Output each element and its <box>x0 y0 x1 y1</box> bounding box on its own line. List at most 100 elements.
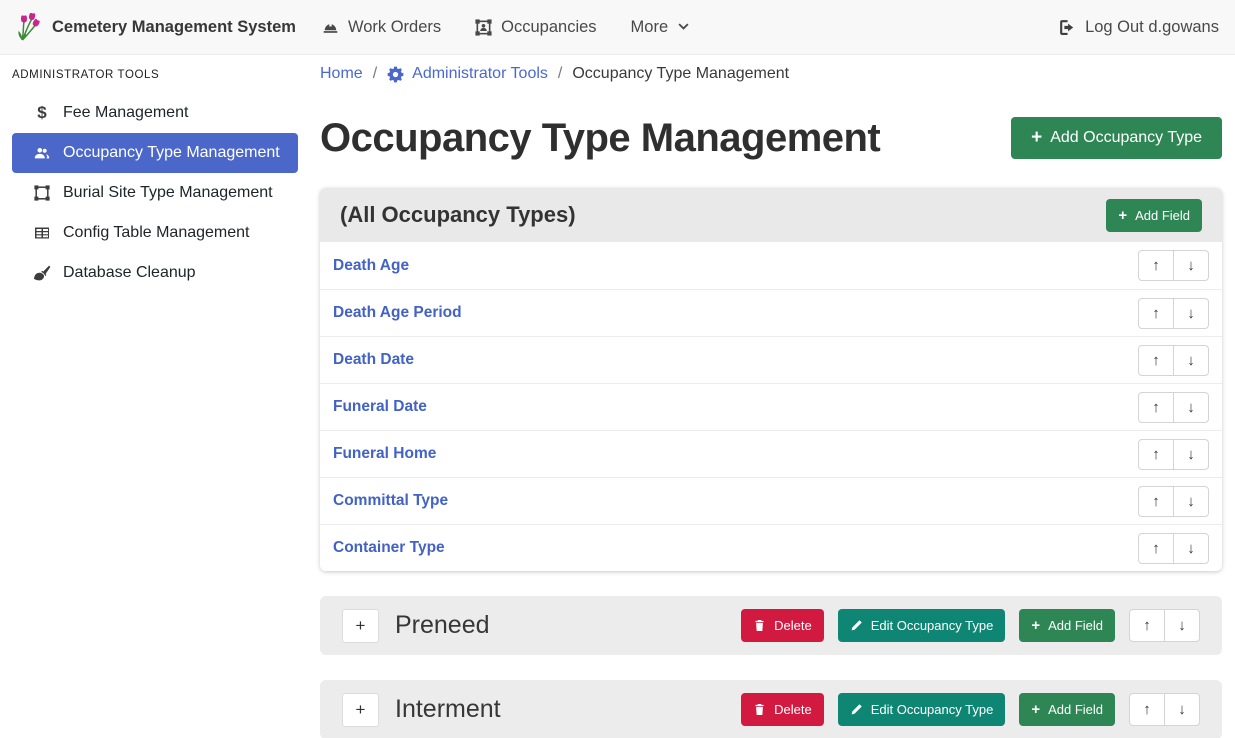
down-arrow-icon: ↓ <box>1187 352 1195 369</box>
sidebar-item-burial-site-type-management[interactable]: Burial Site Type Management <box>12 173 298 213</box>
expand-icon: + <box>356 700 366 720</box>
gear-icon <box>387 66 404 83</box>
admin-sidebar: Administrator Tools $ Fee Management Occ… <box>0 55 310 738</box>
edit-occupancy-type-button[interactable]: Edit Occupancy Type <box>838 693 1006 726</box>
down-arrow-icon: ↓ <box>1187 493 1195 510</box>
down-arrow-icon: ↓ <box>1187 540 1195 557</box>
plus-icon: + <box>1031 617 1040 634</box>
reorder-buttons: ↑ ↓ <box>1129 609 1200 642</box>
dollar-icon: $ <box>30 103 54 123</box>
sidebar-item-database-cleanup[interactable]: Database Cleanup <box>12 253 298 293</box>
occupancy-type-section-preneed: + Preneed Delete Edit Occupancy Type + A… <box>320 596 1222 655</box>
field-row-death-age: Death Age ↑ ↓ <box>320 242 1222 289</box>
up-arrow-icon: ↑ <box>1143 701 1151 718</box>
move-down-button[interactable]: ↓ <box>1173 250 1209 281</box>
sidebar-item-config-table-management[interactable]: Config Table Management <box>12 213 298 253</box>
main-nav: Work Orders Occupancies More <box>322 18 724 37</box>
nav-work-orders[interactable]: Work Orders <box>322 18 441 37</box>
nav-occupancies[interactable]: Occupancies <box>475 18 596 37</box>
move-up-button[interactable]: ↑ <box>1129 693 1165 726</box>
plus-icon: + <box>1031 701 1040 718</box>
breadcrumb-separator: / <box>558 65 562 83</box>
plus-icon: + <box>1118 207 1127 224</box>
reorder-buttons: ↑ ↓ <box>1138 486 1209 517</box>
breadcrumb-admin-tools-link[interactable]: Administrator Tools <box>387 65 548 83</box>
breadcrumb: Home / Administrator Tools / Occupancy T… <box>320 63 1222 85</box>
move-up-button[interactable]: ↑ <box>1129 609 1165 642</box>
tulip-logo-icon <box>16 13 42 41</box>
logout-button[interactable]: Log Out d.gowans <box>1058 18 1219 37</box>
field-link[interactable]: Death Age <box>333 257 1138 275</box>
down-arrow-icon: ↓ <box>1178 617 1186 634</box>
field-row-funeral-date: Funeral Date ↑ ↓ <box>320 383 1222 430</box>
up-arrow-icon: ↑ <box>1143 617 1151 634</box>
add-field-button[interactable]: + Add Field <box>1019 693 1115 726</box>
hard-hat-icon <box>322 19 339 36</box>
broom-icon <box>30 265 54 282</box>
add-field-button[interactable]: + Add Field <box>1106 199 1202 232</box>
move-up-button[interactable]: ↑ <box>1138 486 1174 517</box>
field-link[interactable]: Death Date <box>333 351 1138 369</box>
add-field-button[interactable]: + Add Field <box>1019 609 1115 642</box>
move-down-button[interactable]: ↓ <box>1173 392 1209 423</box>
app-brand[interactable]: Cemetery Management System <box>16 13 296 41</box>
sidebar-item-label: Database Cleanup <box>63 264 196 282</box>
section-actions: Delete Edit Occupancy Type + Add Field ↑… <box>741 693 1200 726</box>
all-types-card-header: (All Occupancy Types) + Add Field <box>320 188 1222 242</box>
add-occupancy-type-button[interactable]: + Add Occupancy Type <box>1011 117 1222 159</box>
pencil-icon <box>850 619 863 632</box>
sidebar-item-occupancy-type-management[interactable]: Occupancy Type Management <box>12 133 298 173</box>
move-down-button[interactable]: ↓ <box>1164 609 1200 642</box>
page-title: Occupancy Type Management <box>320 116 1011 161</box>
sidebar-item-label: Burial Site Type Management <box>63 184 273 202</box>
reorder-buttons: ↑ ↓ <box>1138 250 1209 281</box>
field-row-funeral-home: Funeral Home ↑ ↓ <box>320 430 1222 477</box>
occupancy-plot-icon <box>475 19 492 36</box>
field-link[interactable]: Death Age Period <box>333 304 1138 322</box>
delete-button[interactable]: Delete <box>741 693 824 726</box>
expand-section-button[interactable]: + <box>342 693 379 727</box>
logout-label: Log Out d.gowans <box>1085 18 1219 37</box>
nav-more[interactable]: More <box>631 18 691 37</box>
expand-section-button[interactable]: + <box>342 609 379 643</box>
reorder-buttons: ↑ ↓ <box>1138 345 1209 376</box>
move-up-button[interactable]: ↑ <box>1138 392 1174 423</box>
up-arrow-icon: ↑ <box>1152 352 1160 369</box>
logout-icon <box>1058 19 1075 36</box>
down-arrow-icon: ↓ <box>1178 701 1186 718</box>
field-link[interactable]: Funeral Home <box>333 445 1138 463</box>
move-down-button[interactable]: ↓ <box>1173 439 1209 470</box>
reorder-buttons: ↑ ↓ <box>1138 533 1209 564</box>
breadcrumb-separator: / <box>373 65 377 83</box>
field-link[interactable]: Committal Type <box>333 492 1138 510</box>
sidebar-heading: Administrator Tools <box>0 63 310 93</box>
move-up-button[interactable]: ↑ <box>1138 533 1174 564</box>
delete-button[interactable]: Delete <box>741 609 824 642</box>
move-up-button[interactable]: ↑ <box>1138 250 1174 281</box>
move-down-button[interactable]: ↓ <box>1173 345 1209 376</box>
down-arrow-icon: ↓ <box>1187 399 1195 416</box>
move-up-button[interactable]: ↑ <box>1138 439 1174 470</box>
breadcrumb-home-link[interactable]: Home <box>320 65 363 83</box>
sidebar-item-fee-management[interactable]: $ Fee Management <box>12 93 298 133</box>
nav-occupancies-label: Occupancies <box>501 18 596 37</box>
pencil-icon <box>850 703 863 716</box>
table-icon <box>30 225 54 241</box>
nav-work-orders-label: Work Orders <box>348 18 441 37</box>
field-link[interactable]: Container Type <box>333 539 1138 557</box>
up-arrow-icon: ↑ <box>1152 305 1160 322</box>
expand-icon: + <box>356 616 366 636</box>
edit-occupancy-type-button[interactable]: Edit Occupancy Type <box>838 609 1006 642</box>
section-title: Interment <box>395 695 741 724</box>
move-down-button[interactable]: ↓ <box>1173 298 1209 329</box>
move-up-button[interactable]: ↑ <box>1138 298 1174 329</box>
move-down-button[interactable]: ↓ <box>1164 693 1200 726</box>
occupancy-type-section-interment: + Interment Delete Edit Occupancy Type +… <box>320 680 1222 738</box>
move-down-button[interactable]: ↓ <box>1173 533 1209 564</box>
move-down-button[interactable]: ↓ <box>1173 486 1209 517</box>
users-icon <box>30 145 54 161</box>
reorder-buttons: ↑ ↓ <box>1138 392 1209 423</box>
field-link[interactable]: Funeral Date <box>333 398 1138 416</box>
move-up-button[interactable]: ↑ <box>1138 345 1174 376</box>
up-arrow-icon: ↑ <box>1152 257 1160 274</box>
